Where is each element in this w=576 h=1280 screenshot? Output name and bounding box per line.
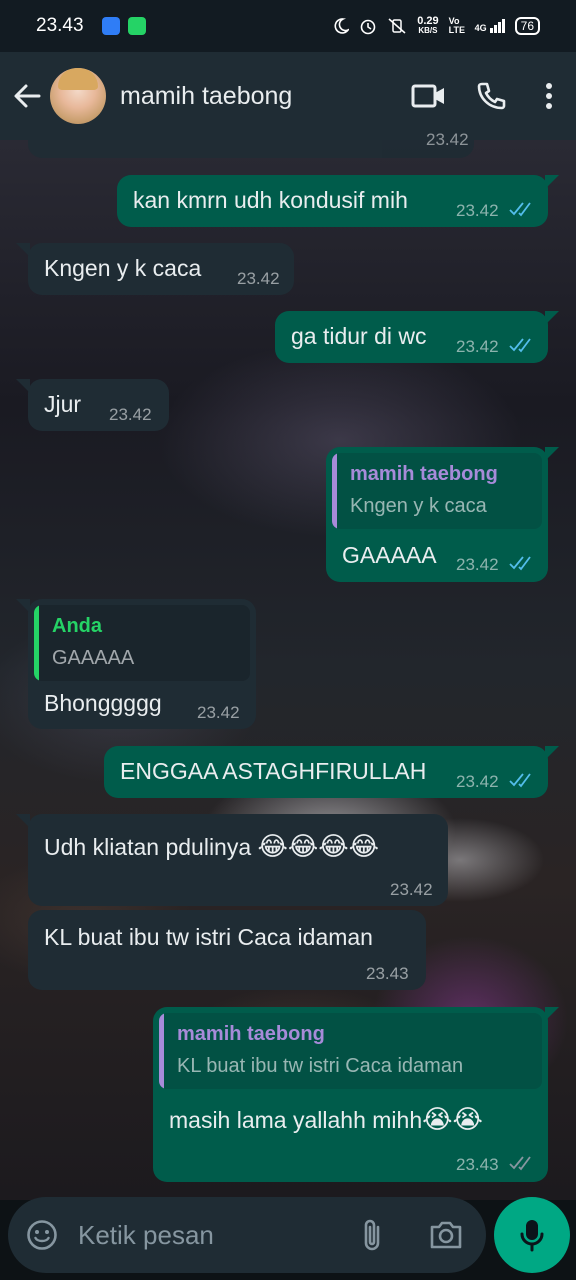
status-time: 23.43: [36, 15, 84, 36]
emoji-crying: 😭😭: [422, 1105, 483, 1135]
more-vert-icon: [546, 83, 552, 109]
phone-icon: [477, 82, 506, 110]
message-incoming[interactable]: Kngen y k caca 23.42: [28, 243, 294, 295]
status-right: 0.29 KB/S Vo LTE 4G 76: [333, 16, 540, 36]
message-incoming[interactable]: KL buat ibu tw istri Caca idaman 23.43: [28, 910, 426, 990]
contact-avatar[interactable]: [50, 68, 106, 124]
more-options-button[interactable]: [522, 66, 576, 126]
attach-icon[interactable]: [360, 1217, 386, 1253]
message-incoming-reply[interactable]: Anda GAAAAA Bhonggggg 23.42: [28, 599, 256, 729]
message-text: masih lama yallahh mihh😭😭: [169, 1105, 483, 1135]
emoji-laughing: 😂😂😂😂: [257, 832, 380, 862]
read-ticks-icon: [509, 338, 531, 353]
moon-icon: [334, 18, 350, 34]
message-time: 23.43: [456, 1155, 499, 1174]
message-time: 23.42: [456, 555, 499, 574]
message-time: 23.43: [366, 964, 409, 983]
signal-icon: 4G: [475, 19, 505, 33]
message-time: 23.42: [456, 772, 499, 791]
message-time: 23.42: [456, 201, 499, 220]
message-time: 23.42: [390, 880, 433, 899]
vibrate-mute-icon: [388, 18, 406, 34]
quote-text: GAAAAA: [52, 647, 135, 669]
message-time: 23.42: [109, 405, 152, 424]
chat-notification-icon: [127, 17, 146, 35]
header-actions: [398, 66, 576, 126]
read-ticks-icon: [509, 556, 531, 571]
message-time: 23.42: [456, 337, 499, 356]
quoted-message[interactable]: Anda GAAAAA: [34, 605, 250, 681]
message-outgoing-reply[interactable]: mamih taebong Kngen y k caca GAAAAA 23.4…: [326, 447, 548, 582]
message-outgoing[interactable]: ga tidur di wc 23.42: [275, 311, 548, 363]
message-outgoing[interactable]: kan kmrn udh kondusif mih 23.42: [117, 175, 548, 227]
quoted-message[interactable]: mamih taebong KL buat ibu tw istri Caca …: [159, 1013, 542, 1089]
voice-record-button[interactable]: [494, 1197, 570, 1273]
quote-author: Anda: [52, 615, 102, 637]
volte-indicator: Vo LTE: [448, 16, 465, 35]
message-text: KL buat ibu tw istri Caca idaman: [44, 924, 373, 950]
battery-indicator: 76: [514, 17, 540, 35]
emoji-icon[interactable]: [26, 1219, 58, 1251]
message-time: 23.42: [197, 703, 240, 722]
chat-header: mamih taebong: [0, 52, 576, 140]
quoted-message[interactable]: mamih taebong Kngen y k caca: [332, 453, 542, 529]
message-input[interactable]: [78, 1217, 338, 1253]
quote-author: mamih taebong: [350, 463, 498, 485]
message-outgoing[interactable]: ENGGAA ASTAGHFIRULLAH 23.42: [104, 746, 548, 798]
video-call-icon: [411, 84, 444, 108]
message-text: ga tidur di wc: [291, 323, 427, 349]
read-ticks-icon: [509, 773, 531, 788]
message-incoming[interactable]: Udh kliatan pdulinya 😂😂😂😂 23.42: [28, 814, 448, 906]
back-button[interactable]: [4, 66, 50, 126]
video-call-button[interactable]: [398, 66, 460, 126]
status-bar: 23.43 0.29 KB/S Vo LTE 4G 76: [0, 0, 576, 52]
message-outgoing-reply[interactable]: mamih taebong KL buat ibu tw istri Caca …: [153, 1007, 548, 1182]
message-text: Udh kliatan pdulinya 😂😂😂😂: [44, 832, 380, 862]
message-time: 23.42: [237, 269, 280, 288]
message-text: ENGGAA ASTAGHFIRULLAH: [120, 758, 427, 784]
message-composer: [8, 1197, 486, 1273]
message-text: Kngen y k caca: [44, 255, 202, 281]
quote-text: Kngen y k caca: [350, 495, 487, 517]
back-arrow-icon: [14, 84, 41, 108]
message-incoming[interactable]: Jjur 23.42: [28, 379, 169, 431]
message-text: kan kmrn udh kondusif mih: [133, 187, 408, 213]
message-text: Jjur: [44, 391, 82, 417]
contact-name[interactable]: mamih taebong: [120, 82, 292, 111]
delivered-ticks-icon: [509, 1156, 531, 1171]
notification-icons: [101, 17, 146, 35]
camera-icon[interactable]: [428, 1219, 464, 1251]
mic-icon: [520, 1220, 544, 1252]
voice-call-button[interactable]: [460, 66, 522, 126]
net-speed: 0.29 KB/S: [417, 15, 439, 36]
alarm-icon: [360, 19, 376, 35]
message-text: GAAAAA: [342, 542, 437, 568]
quote-author: mamih taebong: [177, 1023, 325, 1045]
app-notification-icon: [101, 17, 120, 35]
quote-text: KL buat ibu tw istri Caca idaman: [177, 1055, 464, 1077]
message-text: Bhonggggg: [44, 690, 162, 716]
read-ticks-icon: [509, 202, 531, 217]
